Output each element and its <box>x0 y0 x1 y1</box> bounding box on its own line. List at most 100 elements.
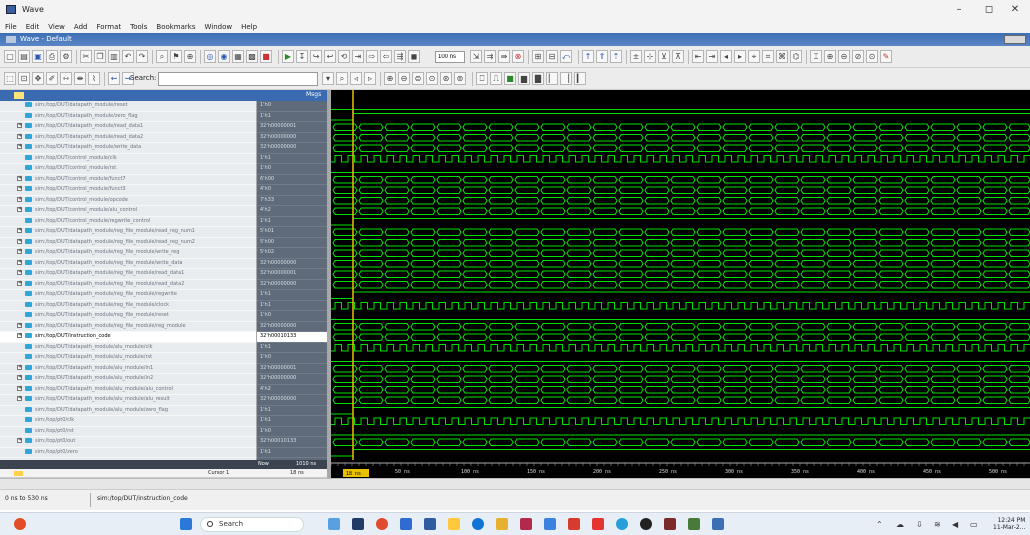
signal-value-row[interactable]: 1'h1 <box>257 217 327 227</box>
signal-row[interactable]: + sim:/top/DUT/datapath_module/alu_module… <box>0 395 256 406</box>
expand-toggle-icon[interactable]: + <box>17 259 22 265</box>
open-icon[interactable]: ▤ <box>18 50 30 63</box>
signal-row[interactable]: + sim:/top/DUT/datapath_module/read_data2 <box>0 133 256 143</box>
delete-cursor-icon[interactable]: ⊖ <box>838 50 850 63</box>
tray-cloud-icon[interactable]: ☁ <box>896 520 904 529</box>
tray-usb-icon[interactable]: ⇩ <box>916 520 923 529</box>
find-icon[interactable]: ⌕ <box>156 50 168 63</box>
break-icon[interactable]: ■ <box>260 50 272 63</box>
lock-cursor-icon[interactable]: ⊘ <box>852 50 864 63</box>
signal-bar1-icon[interactable]: ▏ <box>546 72 558 85</box>
zoom-range-icon[interactable]: ⊛ <box>440 72 452 85</box>
run-length-icon[interactable]: ⇲ <box>470 50 482 63</box>
signal-row[interactable]: sim:/top/DUT/control_module/rst <box>0 164 256 175</box>
run-icon[interactable]: ▶ <box>282 50 294 63</box>
expand-toggle-icon[interactable]: + <box>17 364 22 370</box>
signal-row[interactable]: sim:/top/pt0/rst <box>0 427 256 437</box>
search-prev-icon[interactable]: ◃ <box>350 72 362 85</box>
modelsim-icon[interactable] <box>664 518 676 530</box>
signal-row[interactable]: sim:/top/DUT/datapath_module/alu_module/… <box>0 353 256 364</box>
signal-value-row[interactable]: 32'h00000000 <box>257 322 327 332</box>
expand-toggle-icon[interactable]: + <box>17 280 22 286</box>
expand-toggle-icon[interactable]: + <box>17 270 22 275</box>
expand-toggle-icon[interactable]: + <box>17 175 22 181</box>
signal-row[interactable]: + sim:/top/pt0/out <box>0 437 256 448</box>
expand-icon[interactable]: ⊹ <box>644 50 656 63</box>
signal-row[interactable]: + sim:/top/DUT/datapath_module/reg_file_m… <box>0 238 256 248</box>
collapse-icon[interactable]: ⊻ <box>658 50 670 63</box>
edge-icon[interactable] <box>472 518 484 530</box>
signal-value-row[interactable]: 4'h2 <box>257 206 327 217</box>
memory-icon[interactable]: ⊟ <box>546 50 558 63</box>
trace-icon[interactable]: ⇶ <box>394 50 406 63</box>
signal-row[interactable]: sim:/top/DUT/datapath_module/reset <box>0 101 256 112</box>
signal-value-row[interactable]: 1'h0 <box>257 353 327 364</box>
cursor-icon[interactable]: ⌶ <box>810 50 822 63</box>
zoom-icon[interactable]: ⊕ <box>184 50 196 63</box>
select-mode-icon[interactable]: ⬚ <box>4 72 16 85</box>
expand-toggle-icon[interactable]: + <box>17 322 22 328</box>
menu-edit[interactable]: Edit <box>26 23 40 31</box>
cursor-row[interactable]: Cursor 1 18 ns <box>0 469 327 478</box>
task-view-icon[interactable] <box>352 518 364 530</box>
signal-row[interactable]: + sim:/top/DUT/datapath_module/reg_file_m… <box>0 322 256 332</box>
signal-value-row[interactable]: 7'h33 <box>257 196 327 206</box>
signal-value-row[interactable]: 1'h1 <box>257 301 327 311</box>
signal-value-row[interactable]: 32'h00000000 <box>257 395 327 406</box>
continue-icon[interactable]: ⇥ <box>352 50 364 63</box>
next-transition-icon[interactable]: ▸ <box>734 50 746 63</box>
search-input[interactable] <box>158 72 318 86</box>
signal-value-row[interactable]: 1'h1 <box>257 290 327 301</box>
signal-value-row[interactable]: 1'h1 <box>257 154 327 164</box>
signal-row[interactable]: + sim:/top/DUT/datapath_module/alu_module… <box>0 374 256 385</box>
zoom-full-icon[interactable]: ⊜ <box>412 72 424 85</box>
insert-icon[interactable]: ± <box>630 50 642 63</box>
signal-value-row[interactable]: 1'h1 <box>257 406 327 416</box>
signal-row[interactable]: sim:/top/DUT/datapath_module/zero_flag <box>0 112 256 122</box>
signal-value-row[interactable]: 6'h00 <box>257 175 327 185</box>
compile-all-icon[interactable]: ◉ <box>218 50 230 63</box>
close-button[interactable]: ✕ <box>1000 3 1030 17</box>
office-icon[interactable] <box>592 518 604 530</box>
signal-format-icon[interactable]: ▇ <box>532 72 544 85</box>
compile-icon[interactable]: ◎ <box>204 50 216 63</box>
expand-toggle-icon[interactable]: + <box>17 186 22 191</box>
signal-row[interactable]: + sim:/top/DUT/datapath_module/reg_file_m… <box>0 259 256 269</box>
signal-value-row[interactable]: 1'h1 <box>257 416 327 427</box>
add-cursor-icon[interactable]: ⊕ <box>824 50 836 63</box>
signal-row[interactable]: + sim:/top/DUT/datapath_module/alu_module… <box>0 385 256 395</box>
move-icon[interactable]: ⇼ <box>74 72 86 85</box>
taskbar-clock[interactable]: 12:24 PM 11-Mar-2... <box>993 517 1025 531</box>
tray-wifi-icon[interactable]: ≋ <box>934 520 941 529</box>
signal-row[interactable]: + sim:/top/DUT/datapath_module/reg_file_m… <box>0 227 256 238</box>
taskbar-search[interactable]: Search <box>200 517 304 532</box>
undo-icon[interactable]: ↶ <box>122 50 134 63</box>
redo-icon[interactable]: ↷ <box>136 50 148 63</box>
signal-row[interactable]: sim:/top/DUT/datapath_module/reg_file_mo… <box>0 311 256 322</box>
menu-help[interactable]: Help <box>241 23 257 31</box>
acrobat-icon[interactable] <box>568 518 580 530</box>
minimize-button[interactable]: – <box>944 3 974 17</box>
signal-row[interactable]: sim:/top/DUT/control_module/clk <box>0 154 256 164</box>
prev-transition-icon[interactable]: ◂ <box>720 50 732 63</box>
signal-value-row[interactable]: 1'h0 <box>257 311 327 322</box>
signal-row[interactable]: sim:/top/DUT/datapath_module/reg_file_mo… <box>0 290 256 301</box>
menu-bookmarks[interactable]: Bookmarks <box>156 23 195 31</box>
up-all-icon[interactable]: ⇡ <box>610 50 622 63</box>
restart-icon[interactable]: ⟲ <box>338 50 350 63</box>
snap-icon[interactable]: ⊙ <box>866 50 878 63</box>
expand-toggle-icon[interactable]: + <box>17 123 22 128</box>
step-back-icon[interactable]: ⤺ <box>560 50 572 63</box>
menu-add[interactable]: Add <box>74 23 88 31</box>
signal-value-row[interactable]: 4'h2 <box>257 385 327 395</box>
expand-toggle-icon[interactable]: + <box>17 375 22 380</box>
up-step-icon[interactable]: ⇑ <box>596 50 608 63</box>
paste-icon[interactable]: ▥ <box>108 50 120 63</box>
signal-value-row[interactable]: 32'h00000001 <box>257 122 327 133</box>
performance-icon[interactable]: ⊞ <box>532 50 544 63</box>
zoom-mode-icon[interactable]: ⊡ <box>18 72 30 85</box>
signal-value-row[interactable]: 32'h00010133 <box>257 332 327 343</box>
edit-icon[interactable]: ✎ <box>880 50 892 63</box>
paint-icon[interactable] <box>496 518 508 530</box>
signal-row[interactable]: + sim:/top/DUT/control_module/funct7 <box>0 175 256 185</box>
